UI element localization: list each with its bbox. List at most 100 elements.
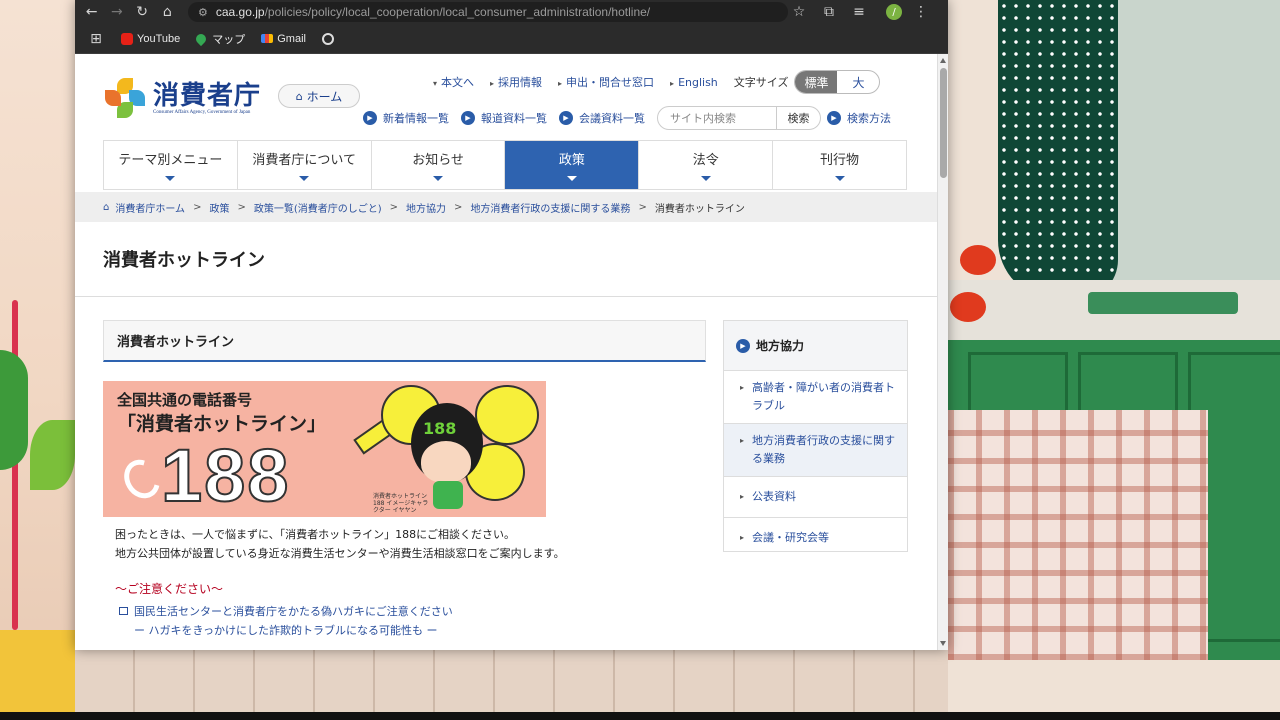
external-window-icon — [119, 607, 128, 615]
sidebar-heading[interactable]: ▶ 地方協力 — [724, 321, 907, 371]
scrollbar-thumb[interactable] — [940, 68, 947, 178]
fake-postcard-warning-link[interactable]: 国民生活センターと消費者庁をかたる偽ハガキにご注意ください ー ハガキをきっかけ… — [119, 602, 453, 640]
reload-icon[interactable]: ↻ — [134, 1, 151, 23]
mascot-face — [421, 441, 471, 483]
forward-arrow-icon[interactable]: → — [108, 1, 125, 23]
page-title: 消費者ホットライン — [103, 250, 265, 271]
home-button[interactable]: ⌂ ホーム — [278, 84, 360, 108]
mascot-hat-number: 188 — [423, 419, 457, 438]
gmail-icon — [261, 34, 274, 43]
wallpaper-floor-tiles — [75, 650, 948, 720]
site-search-input[interactable]: サイト内検索 — [657, 106, 777, 130]
search-help-link[interactable]: ▶ 検索方法 — [827, 110, 891, 126]
news-list-link[interactable]: ▶ 新着情報一覧 — [363, 110, 449, 126]
caret-down-icon — [165, 176, 176, 181]
scroll-down-arrow-icon[interactable] — [940, 641, 946, 646]
global-navigation: テーマ別メニュー 消費者庁について お知らせ 政策 法令 刊行物 — [103, 140, 907, 190]
mascot-caption: 消費者ホットライン188 イメージキャラクター イヤヤン — [373, 493, 429, 514]
sidebar-item-elderly-disabled[interactable]: 高齢者・障がい者の消費者トラブル — [724, 371, 907, 424]
extensions-icon[interactable]: ⧉ — [818, 1, 840, 23]
arrow-circle-icon: ▶ — [461, 111, 475, 125]
section-heading: 消費者ホットライン — [103, 320, 706, 362]
logo-subtitle: Consumer Affairs Agency, Government of J… — [153, 109, 251, 115]
youtube-icon — [121, 32, 133, 45]
press-list-link[interactable]: ▶ 報道資料一覧 — [461, 110, 547, 126]
english-link[interactable]: English — [670, 76, 718, 89]
nav-news[interactable]: お知らせ — [370, 141, 505, 189]
nav-about[interactable]: 消費者庁について — [236, 141, 371, 189]
recruitment-link[interactable]: 採用情報 — [490, 74, 542, 90]
house-icon: ⌂ — [295, 89, 303, 103]
search-button[interactable]: 検索 — [777, 106, 821, 130]
page-scrollbar[interactable] — [937, 54, 948, 650]
sidebar-item-meetings[interactable]: 会議・研究会等 — [724, 518, 907, 558]
breadcrumb: ⌂ 消費者庁ホーム > 政策 > 政策一覧(消費者庁のしごと) > 地方協力 > 地方消… — [75, 192, 937, 222]
caa-logo-mark — [103, 78, 147, 118]
scroll-up-arrow-icon[interactable] — [940, 58, 946, 63]
apps-grid-icon[interactable]: ⊞ — [85, 28, 107, 50]
home-icon[interactable]: ⌂ — [159, 1, 176, 23]
bookmark-maps[interactable]: マップ — [194, 31, 245, 47]
menu-kebab-icon[interactable]: ⋮ — [910, 1, 932, 23]
caret-down-icon — [566, 176, 577, 181]
intro-text: 困ったときは、一人で悩まずに、「消費者ホットライン」188にご相談ください。 地… — [115, 528, 565, 560]
font-size-large-button[interactable]: 大 — [837, 71, 879, 93]
bookmark-youtube[interactable]: YouTube — [121, 32, 180, 45]
quick-links: ▶ 新着情報一覧 ▶ 報道資料一覧 ▶ 会議資料一覧 サイト内検索 検索 ▶ 検索方法 — [363, 106, 891, 130]
web-page: 消費者庁 Consumer Affairs Agency, Government… — [75, 54, 937, 650]
nav-laws[interactable]: 法令 — [638, 141, 772, 189]
banner-line1: 全国共通の電話番号 — [117, 391, 253, 409]
site-info-icon[interactable]: ⚙ — [198, 6, 208, 19]
breadcrumb-home[interactable]: 消費者庁ホーム — [115, 200, 185, 215]
banner-line2: 「消費者ホットライン」 — [117, 413, 327, 435]
arrow-circle-icon: ▶ — [827, 111, 841, 125]
breadcrumb-policy-list[interactable]: 政策一覧(消費者庁のしごと) — [254, 200, 382, 215]
hotline-188-banner: 全国共通の電話番号 「消費者ホットライン」 188 188 消費者ホットライン1… — [103, 381, 546, 517]
caret-down-icon — [433, 176, 444, 181]
media-controls-icon[interactable]: ≡ — [848, 1, 870, 23]
bookmark-gmail[interactable]: Gmail — [261, 33, 306, 45]
globe-icon — [321, 32, 334, 45]
profile-avatar[interactable]: / — [886, 4, 902, 20]
butterfly-wing-icon — [475, 385, 539, 445]
back-arrow-icon[interactable]: ← — [83, 1, 100, 23]
breadcrumb-local-cooperation[interactable]: 地方協力 — [406, 200, 446, 215]
nav-publications[interactable]: 刊行物 — [772, 141, 907, 189]
maps-pin-icon — [194, 31, 209, 46]
utility-links: 本文へ 採用情報 申出・問合せ窓口 English 文字サイズ 標準 大 — [433, 70, 881, 94]
sidebar-item-public-materials[interactable]: 公表資料 — [724, 477, 907, 518]
bookmark-globe[interactable] — [321, 32, 338, 45]
arrow-circle-icon: ▶ — [363, 111, 377, 125]
skip-to-content-link[interactable]: 本文へ — [433, 74, 474, 90]
breadcrumb-current: 消費者ホットライン — [654, 203, 745, 215]
arrow-circle-icon: ▶ — [559, 111, 573, 125]
font-size-label: 文字サイズ — [733, 76, 789, 89]
logo-title: 消費者庁 — [153, 80, 262, 111]
site-header: 消費者庁 Consumer Affairs Agency, Government… — [75, 54, 937, 140]
url-text: caa.go.jp/policies/policy/local_cooperat… — [215, 5, 651, 19]
font-size-standard-button[interactable]: 標準 — [795, 71, 838, 93]
caret-down-icon — [834, 176, 845, 181]
bookmark-star-icon[interactable]: ☆ — [788, 1, 810, 23]
caret-down-icon — [700, 176, 711, 181]
browser-toolbar: ← → ↻ ⌂ ⚙ caa.go.jp/policies/policy/loca… — [75, 0, 948, 24]
divider — [75, 296, 937, 297]
breadcrumb-policy[interactable]: 政策 — [209, 200, 229, 215]
inquiry-link[interactable]: 申出・問合せ窓口 — [558, 74, 654, 90]
meeting-docs-link[interactable]: ▶ 会議資料一覧 — [559, 110, 645, 126]
nav-policy[interactable]: 政策 — [504, 141, 639, 189]
sidebar-local-cooperation: ▶地方協力 高齢者・障がい者の消費者トラブル 地方消費者行政の支援に関する業務 … — [723, 320, 908, 552]
browser-window: ← → ↻ ⌂ ⚙ caa.go.jp/policies/policy/loca… — [75, 0, 948, 650]
wallpaper-kitchen-illustration — [948, 0, 1280, 720]
breadcrumb-local-admin-support[interactable]: 地方消費者行政の支援に関する業務 — [470, 200, 630, 215]
sidebar-item-local-admin-support[interactable]: 地方消費者行政の支援に関する業務 — [724, 424, 907, 477]
telephone-icon — [117, 453, 167, 505]
address-bar[interactable]: ⚙ caa.go.jp/policies/policy/local_cooper… — [188, 2, 788, 22]
bookmarks-bar: ⊞ YouTube マップ Gmail — [75, 24, 948, 54]
banner-number: 188 — [160, 433, 291, 517]
nav-theme-menu[interactable]: テーマ別メニュー — [103, 141, 237, 189]
caret-down-icon — [299, 176, 310, 181]
site-logo[interactable]: 消費者庁 Consumer Affairs Agency, Government… — [103, 78, 261, 118]
wallpaper-plant-illustration — [0, 0, 75, 720]
house-icon: ⌂ — [103, 201, 110, 213]
